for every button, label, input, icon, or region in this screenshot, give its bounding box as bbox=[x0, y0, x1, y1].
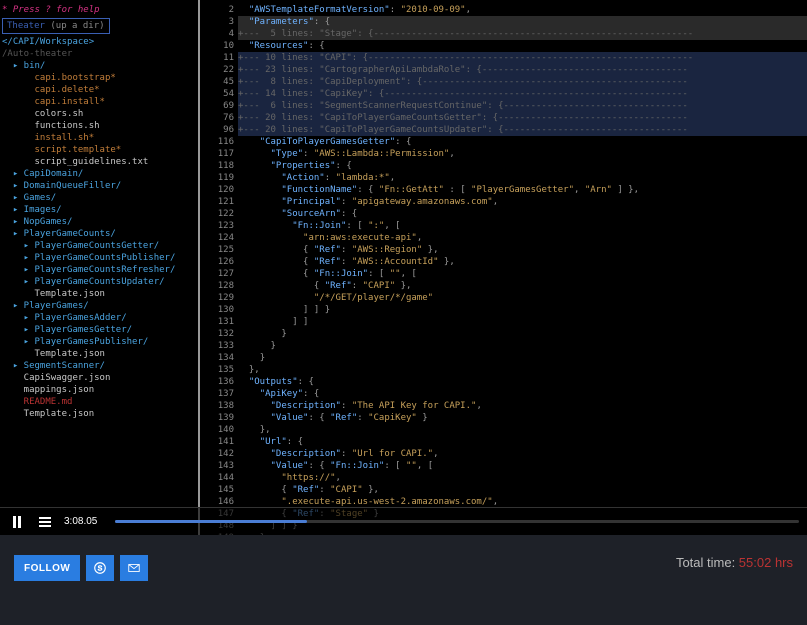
tree-item[interactable]: script.template* bbox=[2, 144, 196, 156]
tree-item[interactable]: ▸ Images/ bbox=[2, 204, 196, 216]
skype-button[interactable]: S bbox=[86, 555, 114, 581]
tree-item[interactable]: mappings.json bbox=[2, 384, 196, 396]
skype-icon: S bbox=[93, 561, 107, 575]
help-hint: * Press ? for help bbox=[2, 4, 196, 16]
tree-item[interactable]: ▸ PlayerGameCountsPublisher/ bbox=[2, 252, 196, 264]
tree-item[interactable]: ▸ PlayerGames/ bbox=[2, 300, 196, 312]
email-button[interactable] bbox=[120, 555, 148, 581]
tree-item[interactable]: install.sh* bbox=[2, 132, 196, 144]
progress-fill bbox=[115, 520, 306, 523]
video-player: * Press ? for help Theater (up a dir) </… bbox=[0, 0, 807, 535]
player-controls: 3:08.05 bbox=[0, 507, 807, 535]
tree-item[interactable]: ▸ SegmentScanner/ bbox=[2, 360, 196, 372]
pause-button[interactable] bbox=[8, 513, 26, 531]
tree-item[interactable]: functions.sh bbox=[2, 120, 196, 132]
tree-item[interactable]: ▸ PlayerGameCountsUpdater/ bbox=[2, 276, 196, 288]
mail-icon bbox=[127, 561, 141, 575]
tree-item[interactable]: Template.json bbox=[2, 348, 196, 360]
tree-item[interactable]: ▸ DomainQueueFiller/ bbox=[2, 180, 196, 192]
tree-item[interactable]: script_guidelines.txt bbox=[2, 156, 196, 168]
tree-item[interactable]: Template.json bbox=[2, 288, 196, 300]
tree-item[interactable]: README.md bbox=[2, 396, 196, 408]
tree-item[interactable]: capi.delete* bbox=[2, 84, 196, 96]
code-editor[interactable]: 2341011224554697696116117118119120121122… bbox=[200, 0, 807, 535]
chapters-button[interactable] bbox=[36, 513, 54, 531]
line-gutter: 2341011224554697696116117118119120121122… bbox=[200, 0, 234, 535]
total-time: Total time: 55:02 hrs bbox=[676, 555, 793, 570]
pause-icon bbox=[13, 516, 21, 528]
code-lines: "AWSTemplateFormatVersion": "2010-09-09"… bbox=[238, 0, 807, 535]
current-time: 3:08.05 bbox=[64, 516, 97, 527]
tree-item[interactable]: ▸ PlayerGameCounts/ bbox=[2, 228, 196, 240]
svg-text:S: S bbox=[98, 565, 103, 572]
tree-item[interactable]: ▸ PlayerGamesPublisher/ bbox=[2, 336, 196, 348]
tree-item[interactable]: colors.sh bbox=[2, 108, 196, 120]
tree-item[interactable]: ▸ PlayerGamesAdder/ bbox=[2, 312, 196, 324]
tree-item[interactable]: capi.install* bbox=[2, 96, 196, 108]
tree-item[interactable]: ▸ CapiDomain/ bbox=[2, 168, 196, 180]
footer-actions: FOLLOW S bbox=[14, 555, 148, 581]
workspace-path: </CAPI/Workspace> bbox=[2, 36, 196, 48]
path-input[interactable]: Theater (up a dir) bbox=[2, 18, 110, 34]
tree-item[interactable]: ▸ PlayerGameCountsGetter/ bbox=[2, 240, 196, 252]
follow-button[interactable]: FOLLOW bbox=[14, 555, 80, 581]
tree-item[interactable]: ▸ bin/ bbox=[2, 60, 196, 72]
auto-theater-label: /Auto-theater bbox=[2, 48, 196, 60]
footer-bar: FOLLOW S Total time: 55:02 hrs bbox=[0, 535, 807, 625]
file-tree-sidebar: * Press ? for help Theater (up a dir) </… bbox=[0, 0, 200, 535]
tree-item[interactable]: CapiSwagger.json bbox=[2, 372, 196, 384]
tree-item[interactable]: capi.bootstrap* bbox=[2, 72, 196, 84]
file-tree: ▸ bin/ capi.bootstrap* capi.delete* capi… bbox=[2, 60, 196, 420]
tree-item[interactable]: ▸ PlayerGameCountsRefresher/ bbox=[2, 264, 196, 276]
tree-item[interactable]: ▸ Games/ bbox=[2, 192, 196, 204]
tree-item[interactable]: ▸ NopGames/ bbox=[2, 216, 196, 228]
progress-bar[interactable] bbox=[115, 520, 799, 523]
tree-item[interactable]: ▸ PlayerGamesGetter/ bbox=[2, 324, 196, 336]
tree-item[interactable]: Template.json bbox=[2, 408, 196, 420]
chapters-icon bbox=[39, 517, 51, 527]
